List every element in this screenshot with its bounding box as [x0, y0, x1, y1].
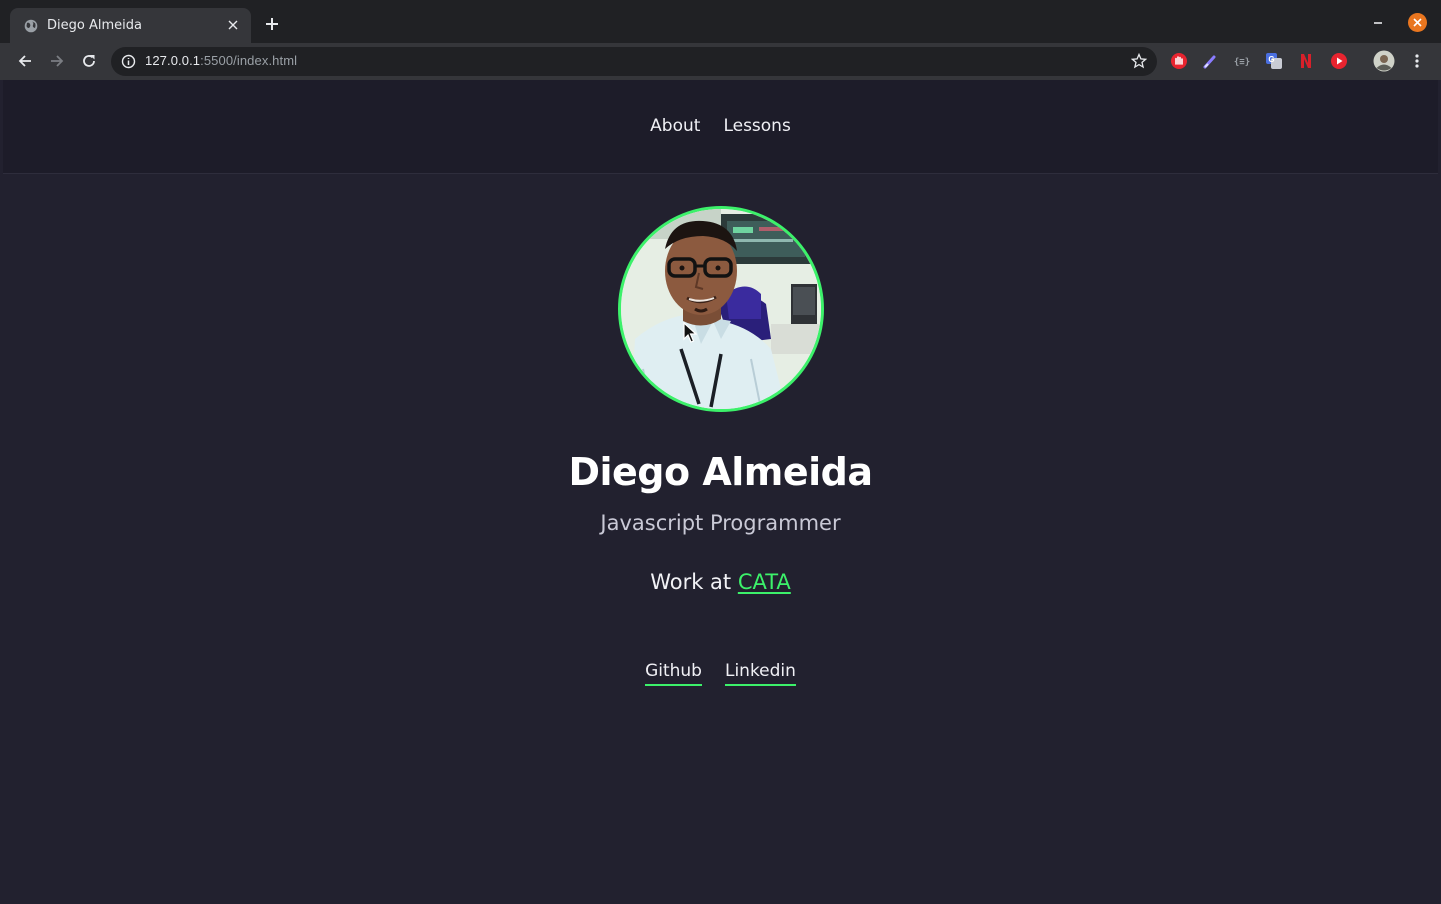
url-text: 127.0.0.1:5500/index.html [145, 53, 297, 68]
minimize-icon[interactable] [1370, 14, 1386, 30]
browser-toolbar: 127.0.0.1:5500/index.html {≡} G [0, 43, 1441, 80]
color-picker-extension-icon[interactable] [1201, 52, 1219, 70]
url-host: 127.0.0.1 [145, 53, 201, 68]
youtube-extension-icon[interactable] [1330, 52, 1348, 70]
netflix-extension-icon[interactable] [1297, 52, 1315, 70]
linkedin-link[interactable]: Linkedin [724, 661, 796, 686]
nav-link-lessons[interactable]: Lessons [723, 116, 790, 136]
plus-icon[interactable] [262, 14, 282, 34]
work-info: Work at CATA [0, 570, 1441, 594]
google-translate-extension-icon[interactable]: G [1265, 52, 1283, 70]
profile-role: Javascript Programmer [600, 511, 841, 535]
kebab-menu-icon[interactable] [1407, 51, 1427, 71]
company-link[interactable]: CATA [738, 570, 791, 594]
close-icon[interactable] [225, 17, 241, 33]
info-icon[interactable] [121, 54, 136, 69]
stop-hand-extension-icon[interactable] [1170, 52, 1188, 70]
address-bar[interactable]: 127.0.0.1:5500/index.html [111, 47, 1157, 76]
reload-icon[interactable] [79, 51, 99, 71]
profile-avatar-icon[interactable] [1373, 50, 1395, 72]
github-link[interactable]: Github [645, 661, 702, 686]
json-formatter-extension-icon[interactable]: {≡} [1233, 52, 1251, 70]
browser-tab[interactable]: Diego Almeida [10, 8, 251, 43]
social-links: Github Linkedin [0, 661, 1441, 686]
site-header: About Lessons [3, 80, 1438, 174]
profile-photo [618, 206, 824, 412]
nav-link-about[interactable]: About [650, 116, 700, 136]
globe-icon [24, 19, 38, 33]
star-icon[interactable] [1130, 52, 1148, 69]
browser-tabstrip: Diego Almeida [0, 0, 1441, 43]
work-prefix: Work at [650, 570, 738, 594]
svg-text:G: G [1268, 55, 1274, 64]
profile-name: Diego Almeida [568, 450, 873, 494]
arrow-right-icon[interactable] [47, 51, 67, 71]
mouse-cursor-icon [683, 321, 698, 344]
window-close-icon[interactable] [1408, 13, 1427, 32]
main-nav: About Lessons [3, 116, 1438, 136]
arrow-left-icon[interactable] [15, 51, 35, 71]
svg-text:{≡}: {≡} [1234, 58, 1250, 68]
url-path: :5500/index.html [200, 53, 298, 68]
tab-title: Diego Almeida [47, 18, 142, 33]
